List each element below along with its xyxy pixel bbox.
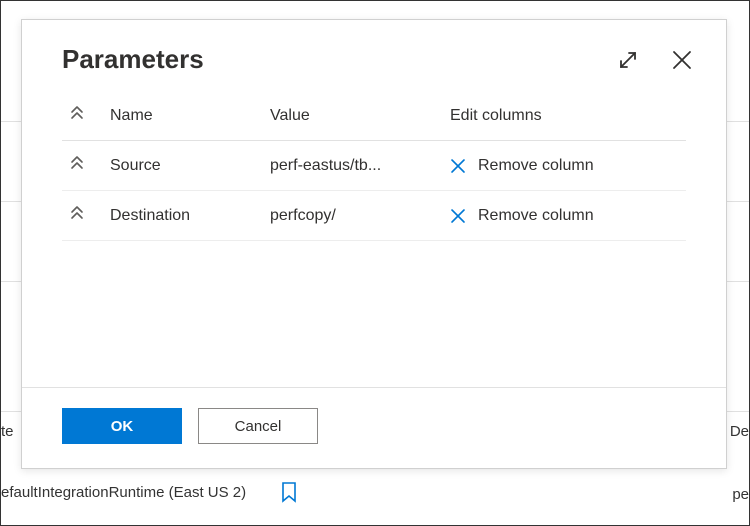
remove-column-cell[interactable]: Remove column	[442, 191, 686, 241]
param-name: Source	[102, 141, 262, 191]
remove-column-label: Remove column	[478, 157, 594, 175]
dialog-header: Parameters	[22, 20, 726, 93]
integration-runtime-label: efaultIntegrationRuntime (East US 2)	[1, 484, 246, 501]
expand-icon[interactable]	[614, 46, 642, 74]
table-row: Destination perfcopy/ Remove column	[62, 191, 686, 241]
dialog-title: Parameters	[62, 44, 204, 75]
chevrons-up-icon	[70, 105, 84, 121]
close-icon[interactable]	[668, 46, 696, 74]
param-value: perfcopy/	[262, 191, 442, 241]
bg-text-fragment: te	[1, 423, 14, 440]
remove-x-icon	[450, 158, 466, 174]
remove-column-cell[interactable]: Remove column	[442, 141, 686, 191]
remove-x-icon	[450, 208, 466, 224]
ok-button[interactable]: OK	[62, 408, 182, 444]
chevrons-up-icon	[70, 155, 84, 171]
parameters-dialog: Parameters	[21, 19, 727, 469]
bookmark-icon[interactable]	[280, 481, 298, 503]
bg-text-fragment: De	[730, 423, 749, 440]
column-header-value[interactable]: Value	[262, 93, 442, 141]
remove-column-label: Remove column	[478, 207, 594, 225]
parameters-table: Name Value Edit columns So	[62, 93, 686, 241]
bg-runtime-row: efaultIntegrationRuntime (East US 2)	[1, 481, 749, 503]
param-value: perf-eastus/tb...	[262, 141, 442, 191]
cancel-button[interactable]: Cancel	[198, 408, 318, 444]
row-drag-handle[interactable]	[62, 191, 102, 241]
param-name: Destination	[102, 191, 262, 241]
table-header-row: Name Value Edit columns	[62, 93, 686, 141]
row-drag-handle[interactable]	[62, 141, 102, 191]
table-row: Source perf-eastus/tb... Remove column	[62, 141, 686, 191]
column-header-edit[interactable]: Edit columns	[442, 93, 686, 141]
dialog-footer: OK Cancel	[22, 387, 726, 468]
column-header-name[interactable]: Name	[102, 93, 262, 141]
dialog-body: Name Value Edit columns So	[22, 93, 726, 387]
bg-text-fragment: pe	[732, 486, 749, 503]
column-header-handle[interactable]	[62, 93, 102, 141]
chevrons-up-icon	[70, 205, 84, 221]
dialog-header-actions	[614, 46, 696, 74]
